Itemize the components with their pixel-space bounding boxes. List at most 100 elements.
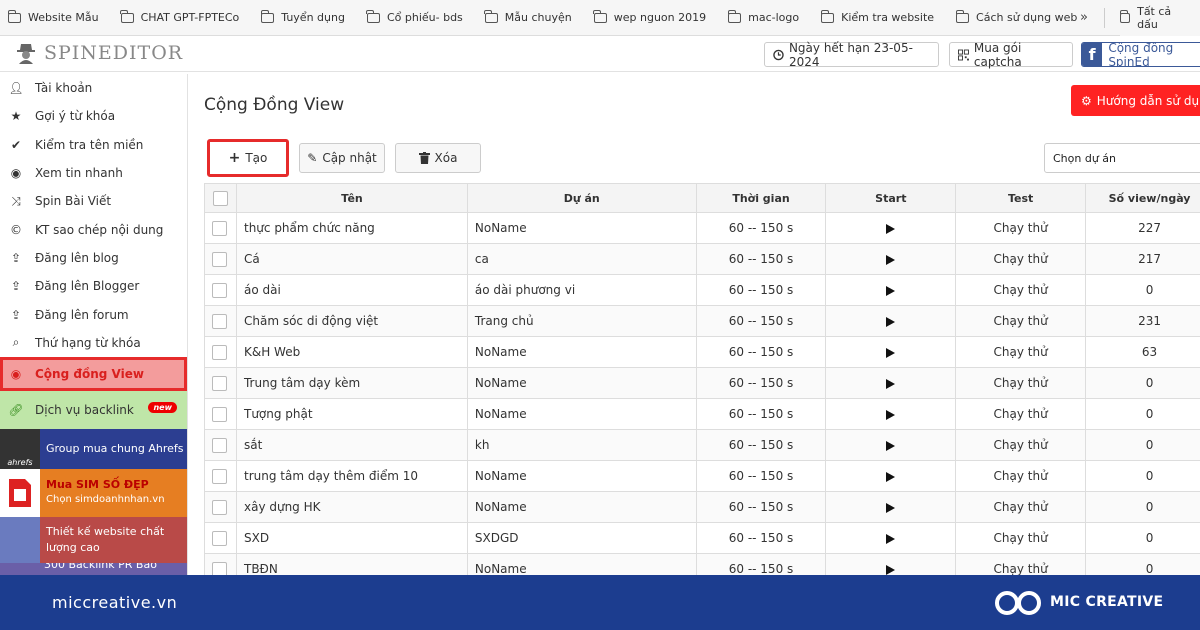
row-checkbox[interactable] — [212, 220, 227, 236]
logo[interactable]: SPINEDITOR — [16, 42, 183, 64]
bookmark-item[interactable]: Mẫu chuyện — [484, 9, 572, 24]
ad-backlink-pr[interactable]: 300 Backlink PR Báo Global — [0, 562, 187, 575]
test-run-link[interactable]: Chạy thử — [955, 305, 1087, 337]
column-header[interactable]: Test — [955, 183, 1087, 213]
row-checkbox[interactable] — [212, 406, 227, 422]
test-run-link[interactable]: Chạy thử — [955, 274, 1087, 306]
play-icon[interactable] — [886, 254, 896, 265]
table-row[interactable]: thực phẩm chức năng NoName 60 -- 150 s Chạy… — [204, 212, 1200, 244]
test-run-link[interactable]: Chạy thử — [955, 367, 1087, 399]
expiry-date-button[interactable]: Ngày hết hạn 23-05-2024 — [764, 41, 939, 69]
row-checkbox[interactable] — [212, 499, 227, 515]
brand-name: MIC CREATIVE — [1050, 594, 1164, 610]
bookmark-item[interactable]: CHAT GPT-FPTECo — [120, 9, 239, 24]
row-checkbox[interactable] — [212, 530, 227, 546]
row-checkbox[interactable] — [212, 375, 227, 391]
sidebar-item[interactable]: © KT sao chép nội dung — [0, 215, 187, 243]
bookmark-item[interactable]: wep nguon 2019 — [593, 9, 706, 24]
table-row[interactable]: K&H Web NoName 60 -- 150 s Chạy thử 63 — [204, 336, 1200, 368]
project-select[interactable]: Chọn dự án — [1044, 143, 1200, 173]
row-checkbox[interactable] — [212, 437, 227, 453]
table-row[interactable]: TBĐN NoName 60 -- 150 s Chạy thử 0 — [204, 553, 1200, 575]
bookmark-item[interactable]: Tuyển dụng — [260, 9, 345, 24]
table-row[interactable]: xây dựng HK NoName 60 -- 150 s Chạy thử 0 — [204, 491, 1200, 523]
bookmark-item[interactable]: Cách sử dụng web — [955, 9, 1077, 24]
play-icon[interactable] — [886, 471, 896, 482]
test-run-link[interactable]: Chạy thử — [955, 336, 1087, 368]
test-run-link[interactable]: Chạy thử — [955, 212, 1087, 244]
sidebar-item[interactable]: ⇪ Đăng lên Blogger — [0, 272, 187, 300]
test-run-link[interactable]: Chạy thử — [955, 460, 1087, 492]
bookmark-item[interactable]: Website Mẫu — [7, 9, 99, 24]
sidebar-item[interactable]: ⤨ Spin Bài Viết — [0, 187, 187, 215]
play-icon[interactable] — [886, 502, 896, 513]
play-icon[interactable] — [886, 440, 896, 451]
bookmarks-more-button[interactable]: » — [1080, 10, 1088, 25]
sidebar-item[interactable]: ⇪ Đăng lên blog — [0, 244, 187, 272]
bookmark-item[interactable]: Cổ phiếu- bds — [366, 9, 463, 24]
table-row[interactable]: Trung tâm dạy kèm NoName 60 -- 150 s Chạy t… — [204, 367, 1200, 399]
project-cell: NoName — [466, 367, 697, 399]
table-row[interactable]: Cá ca 60 -- 150 s Chạy thử 217 — [204, 243, 1200, 275]
sidebar-item-backlink[interactable]: 🔗︎ Dịch vụ backlink new — [0, 390, 187, 429]
test-run-link[interactable]: Chạy thử — [955, 243, 1087, 275]
table-row[interactable]: sắt kh 60 -- 150 s Chạy thử 0 — [204, 429, 1200, 461]
sidebar-item-label: Gợi ý từ khóa — [35, 109, 116, 124]
column-header[interactable]: Tên — [235, 183, 468, 213]
page-title: Cộng Đồng View — [204, 95, 345, 115]
test-run-link[interactable]: Chạy thử — [955, 398, 1087, 430]
sidebar-item[interactable]: 👤︎ Tài khoản — [0, 74, 187, 102]
sidebar-item-label: Spin Bài Viết — [35, 194, 112, 209]
select-cell — [204, 274, 237, 306]
select-all-cell — [204, 183, 237, 213]
delete-button[interactable]: Xóa — [395, 143, 481, 173]
column-header[interactable]: Start — [825, 183, 957, 213]
play-icon[interactable] — [886, 533, 896, 544]
guide-button[interactable]: ⚙ Hướng dẫn sử dụng — [1071, 85, 1200, 116]
column-header[interactable]: Số view/ngày — [1085, 183, 1200, 213]
facebook-community-button[interactable]: f Cộng đồng SpinEd — [1081, 42, 1200, 67]
sidebar-item[interactable]: ★ Gợi ý từ khóa — [0, 102, 187, 130]
column-header[interactable]: Thời gian — [695, 183, 827, 213]
sidebar-item[interactable]: ✔ Kiểm tra tên miền — [0, 131, 187, 159]
test-run-link[interactable]: Chạy thử — [955, 491, 1087, 523]
table-row[interactable]: Chăm sóc di động việt Trang chủ 60 -- 150 … — [204, 305, 1200, 337]
sidebar-item[interactable]: ⇪ Đăng lên forum — [0, 300, 187, 328]
test-run-link[interactable]: Chạy thử — [955, 553, 1087, 575]
row-checkbox[interactable] — [212, 313, 227, 329]
test-run-link[interactable]: Chạy thử — [955, 522, 1087, 554]
sidebar-item[interactable]: ⌕ Thứ hạng từ khóa — [0, 329, 187, 357]
update-button[interactable]: ✎ Cập nhật — [299, 143, 385, 173]
sidebar-item[interactable]: ◉ Xem tin nhanh — [0, 159, 187, 187]
row-checkbox[interactable] — [212, 251, 227, 267]
start-cell — [825, 460, 957, 492]
create-button[interactable]: + Tạo — [207, 139, 289, 177]
sidebar-item-cong-dong-view[interactable]: ◉ Cộng đồng View — [0, 356, 187, 391]
table-row[interactable]: Tượng phật NoName 60 -- 150 s Chạy thử 0 — [204, 398, 1200, 430]
row-checkbox[interactable] — [212, 282, 227, 298]
table-row[interactable]: trung tâm dạy thêm điểm 10 NoName 60 -- 15… — [204, 460, 1200, 492]
bookmark-item[interactable]: mac-logo — [727, 9, 799, 24]
bookmark-label: Cổ phiếu- bds — [386, 11, 463, 24]
bookmark-item[interactable]: Kiểm tra website — [820, 9, 934, 24]
play-icon[interactable] — [886, 564, 896, 575]
ad-website-design[interactable]: Thiết kế website chất lượng cao — [0, 516, 187, 563]
column-header[interactable]: Dự án — [466, 183, 697, 213]
play-icon[interactable] — [886, 409, 896, 420]
select-all-checkbox[interactable] — [212, 190, 228, 206]
bookmark-all[interactable]: Tất cả dấu — [1119, 0, 1200, 36]
play-icon[interactable] — [886, 378, 896, 389]
buy-captcha-button[interactable]: Mua gói captcha — [949, 41, 1073, 69]
row-checkbox[interactable] — [212, 468, 227, 484]
table-row[interactable]: SXD SXDGD 60 -- 150 s Chạy thử 0 — [204, 522, 1200, 554]
play-icon[interactable] — [886, 223, 896, 234]
play-icon[interactable] — [886, 347, 896, 358]
test-run-link[interactable]: Chạy thử — [955, 429, 1087, 461]
table-row[interactable]: áo dài áo dài phương vi 60 -- 150 s Chạy th… — [204, 274, 1200, 306]
ad-sim[interactable]: Mua SIM SỐ ĐẸP Chọn simdoanhnhan.vn — [0, 468, 187, 517]
play-icon[interactable] — [886, 285, 896, 296]
row-checkbox[interactable] — [212, 344, 227, 360]
ad-ahrefs[interactable]: ahrefs Group mua chung Ahrefs — [0, 428, 187, 469]
row-checkbox[interactable] — [212, 561, 227, 575]
play-icon[interactable] — [886, 316, 896, 327]
